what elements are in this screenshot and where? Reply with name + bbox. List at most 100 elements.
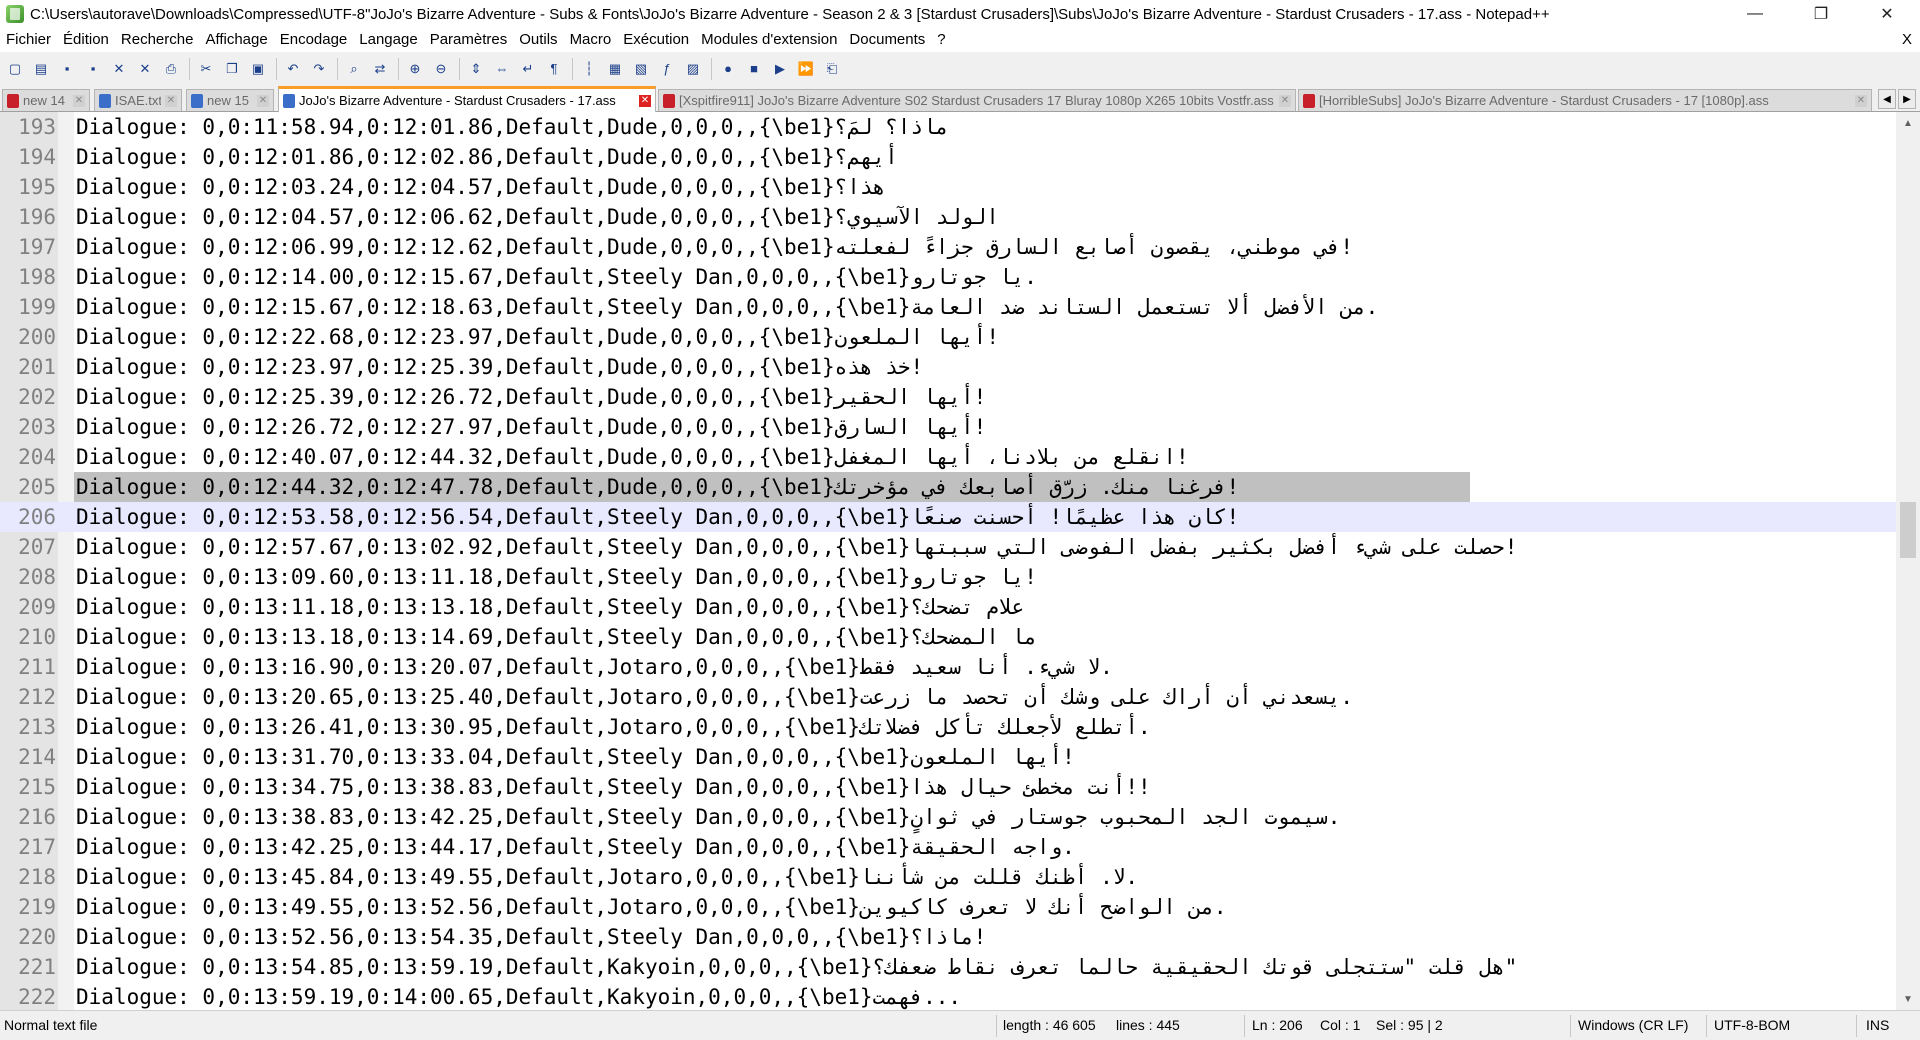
language-icon[interactable]: ▦ bbox=[604, 58, 626, 80]
new-file-icon[interactable]: ▢ bbox=[4, 58, 26, 80]
indent-guide-icon[interactable]: ┆ bbox=[578, 58, 600, 80]
code-line[interactable]: 214 Dialogue: 0,0:13:31.70,0:13:33.04,Def… bbox=[0, 742, 1896, 772]
code-line[interactable]: 204 Dialogue: 0,0:12:40.07,0:12:44.32,Def… bbox=[0, 442, 1896, 472]
copy-icon[interactable]: ❐ bbox=[221, 58, 243, 80]
save-icon[interactable]: ▪ bbox=[56, 58, 78, 80]
menu-execution[interactable]: Exécution bbox=[617, 28, 695, 52]
redo-icon[interactable]: ↷ bbox=[308, 58, 330, 80]
tab-close-icon[interactable]: ✕ bbox=[1279, 94, 1291, 107]
line-text[interactable]: Dialogue: 0,0:12:14.00,0:12:15.67,Defaul… bbox=[76, 262, 1037, 292]
run-macro-multiple-icon[interactable]: ⏩ bbox=[795, 58, 817, 80]
show-all-chars-icon[interactable]: ¶ bbox=[543, 58, 565, 80]
code-line[interactable]: 216 Dialogue: 0,0:13:38.83,0:13:42.25,Def… bbox=[0, 802, 1896, 832]
paste-icon[interactable]: ▣ bbox=[247, 58, 269, 80]
code-line[interactable]: 202 Dialogue: 0,0:12:25.39,0:12:26.72,Def… bbox=[0, 382, 1896, 412]
code-line[interactable]: 206 Dialogue: 0,0:12:53.58,0:12:56.54,Def… bbox=[0, 502, 1896, 532]
line-text[interactable]: Dialogue: 0,0:12:22.68,0:12:23.97,Defaul… bbox=[76, 322, 999, 352]
cut-icon[interactable]: ✂ bbox=[195, 58, 217, 80]
line-text[interactable]: Dialogue: 0,0:13:31.70,0:13:33.04,Defaul… bbox=[76, 742, 1075, 772]
code-line[interactable]: 208 Dialogue: 0,0:13:09.60,0:13:11.18,Def… bbox=[0, 562, 1896, 592]
menu-documents[interactable]: Documents bbox=[843, 28, 931, 52]
line-text[interactable]: Dialogue: 0,0:12:04.57,0:12:06.62,Defaul… bbox=[76, 202, 999, 232]
maximize-button[interactable]: ❐ bbox=[1788, 0, 1854, 28]
tab-scroll-right-button[interactable]: ▶ bbox=[1898, 89, 1916, 109]
folder-workspace-icon[interactable]: ▨ bbox=[682, 58, 704, 80]
tab-3[interactable]: JoJo's Bizarre Adventure - Stardust Crus… bbox=[278, 86, 656, 112]
print-icon[interactable]: ⎙ bbox=[160, 58, 182, 80]
line-text[interactable]: Dialogue: 0,0:12:01.86,0:12:02.86,Defaul… bbox=[76, 142, 898, 172]
code-line[interactable]: 195 Dialogue: 0,0:12:03.24,0:12:04.57,Def… bbox=[0, 172, 1896, 202]
tab-close-icon[interactable]: ✕ bbox=[639, 94, 651, 107]
line-text[interactable]: Dialogue: 0,0:13:54.85,0:13:59.19,Defaul… bbox=[76, 952, 1517, 982]
line-text[interactable]: Dialogue: 0,0:12:15.67,0:12:18.63,Defaul… bbox=[76, 292, 1378, 322]
code-line[interactable]: 193 Dialogue: 0,0:11:58.94,0:12:01.86,Def… bbox=[0, 112, 1896, 142]
close-all-icon[interactable]: ✕ bbox=[134, 58, 156, 80]
tab-close-icon[interactable]: ✕ bbox=[165, 94, 177, 107]
code-line[interactable]: 201 Dialogue: 0,0:12:23.97,0:12:25.39,Def… bbox=[0, 352, 1896, 382]
code-line[interactable]: 213 Dialogue: 0,0:13:26.41,0:13:30.95,Def… bbox=[0, 712, 1896, 742]
line-text[interactable]: Dialogue: 0,0:12:40.07,0:12:44.32,Defaul… bbox=[76, 442, 1189, 472]
tab-2[interactable]: new 15 ✕ bbox=[186, 89, 274, 111]
menu-parametres[interactable]: Paramètres bbox=[424, 28, 514, 52]
code-line[interactable]: 205 Dialogue: 0,0:12:44.32,0:12:47.78,Def… bbox=[0, 472, 1896, 502]
line-text[interactable]: Dialogue: 0,0:12:23.97,0:12:25.39,Defaul… bbox=[76, 352, 923, 382]
text-editor[interactable]: 193 Dialogue: 0,0:11:58.94,0:12:01.86,Def… bbox=[0, 112, 1920, 1010]
line-text[interactable]: Dialogue: 0,0:12:25.39,0:12:26.72,Defaul… bbox=[76, 382, 986, 412]
sync-vertical-icon[interactable]: ⇕ bbox=[465, 58, 487, 80]
stop-macro-icon[interactable]: ■ bbox=[743, 58, 765, 80]
save-all-icon[interactable]: ▪ bbox=[82, 58, 104, 80]
line-text[interactable]: Dialogue: 0,0:13:26.41,0:13:30.95,Defaul… bbox=[76, 712, 1151, 742]
menu-affichage[interactable]: Affichage bbox=[199, 28, 273, 52]
menu-outils[interactable]: Outils bbox=[513, 28, 563, 52]
menu-langage[interactable]: Langage bbox=[353, 28, 423, 52]
record-macro-icon[interactable]: ● bbox=[717, 58, 739, 80]
line-text[interactable]: Dialogue: 0,0:12:44.32,0:12:47.78,Defaul… bbox=[76, 472, 1239, 502]
line-text[interactable]: Dialogue: 0,0:12:26.72,0:12:27.97,Defaul… bbox=[76, 412, 986, 442]
close-window-button[interactable]: ✕ bbox=[1854, 0, 1920, 28]
line-text[interactable]: Dialogue: 0,0:13:52.56,0:13:54.35,Defaul… bbox=[76, 922, 986, 952]
line-text[interactable]: Dialogue: 0,0:12:57.67,0:13:02.92,Defaul… bbox=[76, 532, 1517, 562]
menu-edition[interactable]: Édition bbox=[57, 28, 115, 52]
save-macro-icon[interactable]: ⎗ bbox=[821, 58, 843, 80]
open-file-icon[interactable]: ▤ bbox=[30, 58, 52, 80]
doc-map-icon[interactable]: ▧ bbox=[630, 58, 652, 80]
zoom-out-icon[interactable]: ⊖ bbox=[430, 58, 452, 80]
tab-scroll-left-button[interactable]: ◀ bbox=[1878, 89, 1896, 109]
code-line[interactable]: 200 Dialogue: 0,0:12:22.68,0:12:23.97,Def… bbox=[0, 322, 1896, 352]
code-line[interactable]: 222 Dialogue: 0,0:13:59.19,0:14:00.65,Def… bbox=[0, 982, 1896, 1010]
word-wrap-icon[interactable]: ↵ bbox=[517, 58, 539, 80]
line-text[interactable]: Dialogue: 0,0:13:42.25,0:13:44.17,Defaul… bbox=[76, 832, 1075, 862]
code-line[interactable]: 207 Dialogue: 0,0:12:57.67,0:13:02.92,Def… bbox=[0, 532, 1896, 562]
menu-recherche[interactable]: Recherche bbox=[115, 28, 200, 52]
line-text[interactable]: Dialogue: 0,0:13:49.55,0:13:52.56,Defaul… bbox=[76, 892, 1227, 922]
tab-5[interactable]: [HorribleSubs] JoJo's Bizarre Adventure … bbox=[1298, 89, 1872, 111]
menu-encodage[interactable]: Encodage bbox=[274, 28, 354, 52]
vertical-scrollbar[interactable]: ▲ ▼ bbox=[1896, 112, 1920, 1010]
code-line[interactable]: 194 Dialogue: 0,0:12:01.86,0:12:02.86,Def… bbox=[0, 142, 1896, 172]
replace-icon[interactable]: ⇄ bbox=[369, 58, 391, 80]
code-line[interactable]: 211 Dialogue: 0,0:13:16.90,0:13:20.07,Def… bbox=[0, 652, 1896, 682]
line-text[interactable]: Dialogue: 0,0:12:53.58,0:12:56.54,Defaul… bbox=[76, 502, 1239, 532]
scroll-up-arrow[interactable]: ▲ bbox=[1896, 112, 1920, 134]
code-line[interactable]: 209 Dialogue: 0,0:13:11.18,0:13:13.18,Def… bbox=[0, 592, 1896, 622]
line-text[interactable]: Dialogue: 0,0:13:34.75,0:13:38.83,Defaul… bbox=[76, 772, 1151, 802]
code-line[interactable]: 215 Dialogue: 0,0:13:34.75,0:13:38.83,Def… bbox=[0, 772, 1896, 802]
tab-4[interactable]: [Xspitfire911] JoJo's Bizarre Adventure … bbox=[658, 89, 1296, 111]
line-text[interactable]: Dialogue: 0,0:13:09.60,0:13:11.18,Defaul… bbox=[76, 562, 1037, 592]
code-line[interactable]: 221 Dialogue: 0,0:13:54.85,0:13:59.19,Def… bbox=[0, 952, 1896, 982]
line-text[interactable]: Dialogue: 0,0:12:06.99,0:12:12.62,Defaul… bbox=[76, 232, 1353, 262]
minimize-button[interactable]: — bbox=[1722, 0, 1788, 28]
code-line[interactable]: 196 Dialogue: 0,0:12:04.57,0:12:06.62,Def… bbox=[0, 202, 1896, 232]
line-text[interactable]: Dialogue: 0,0:12:03.24,0:12:04.57,Defaul… bbox=[76, 172, 885, 202]
line-text[interactable]: Dialogue: 0,0:13:11.18,0:13:13.18,Defaul… bbox=[76, 592, 1024, 622]
line-text[interactable]: Dialogue: 0,0:13:38.83,0:13:42.25,Defaul… bbox=[76, 802, 1340, 832]
line-text[interactable]: Dialogue: 0,0:13:20.65,0:13:25.40,Defaul… bbox=[76, 682, 1353, 712]
code-line[interactable]: 210 Dialogue: 0,0:13:13.18,0:13:14.69,Def… bbox=[0, 622, 1896, 652]
function-list-icon[interactable]: ƒ bbox=[656, 58, 678, 80]
undo-icon[interactable]: ↶ bbox=[282, 58, 304, 80]
code-line[interactable]: 217 Dialogue: 0,0:13:42.25,0:13:44.17,Def… bbox=[0, 832, 1896, 862]
tab-0[interactable]: new 14 ✕ bbox=[2, 89, 90, 111]
menu-fichier[interactable]: Fichier bbox=[0, 28, 57, 52]
code-line[interactable]: 197 Dialogue: 0,0:12:06.99,0:12:12.62,Def… bbox=[0, 232, 1896, 262]
code-line[interactable]: 199 Dialogue: 0,0:12:15.67,0:12:18.63,Def… bbox=[0, 292, 1896, 322]
